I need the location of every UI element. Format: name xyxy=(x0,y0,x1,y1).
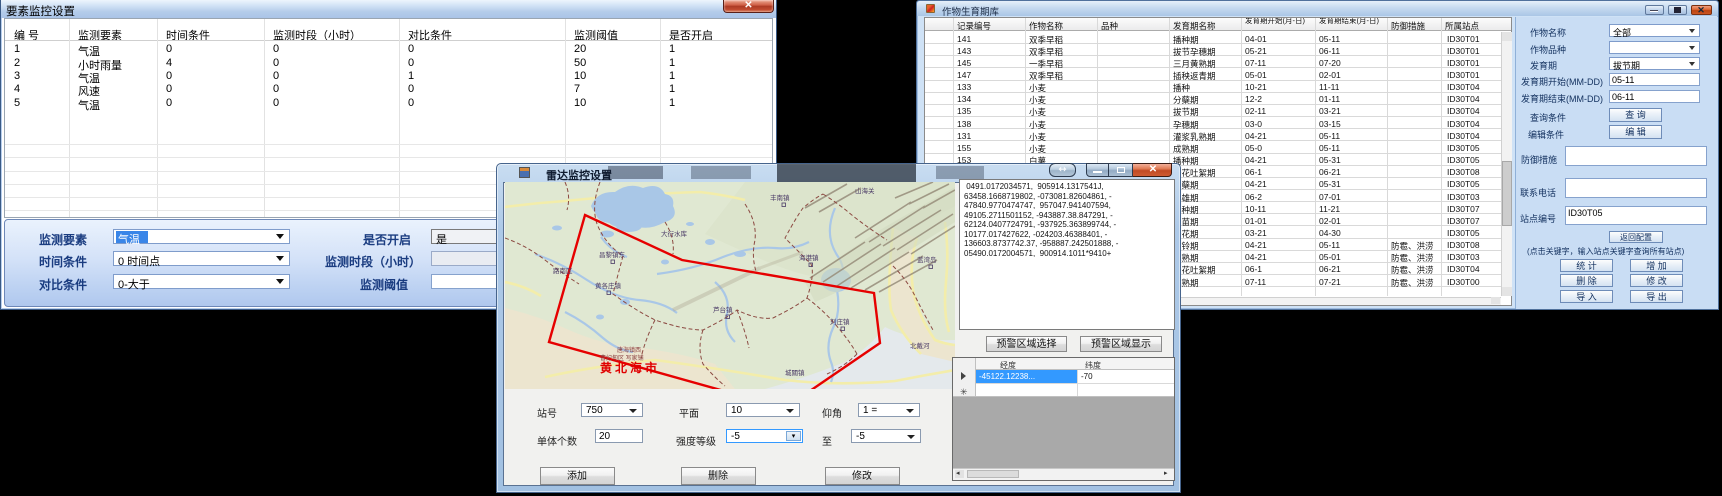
svg-text:黄各庄镇: 黄各庄镇 xyxy=(595,281,622,290)
svg-text:城關镇: 城關镇 xyxy=(785,368,805,377)
svg-text:路南区: 路南区 xyxy=(553,266,573,275)
svg-text:北戴河: 北戴河 xyxy=(910,341,930,350)
svg-text:丰南镇: 丰南镇 xyxy=(770,193,790,202)
svg-text:山海关: 山海关 xyxy=(855,186,875,195)
svg-text:黄北海市: 黄北海市 xyxy=(600,360,660,375)
svg-text:刘庄镇: 刘庄镇 xyxy=(830,317,850,326)
svg-text:海港镇: 海港镇 xyxy=(799,253,819,262)
svg-text:昌黎镇东: 昌黎镇东 xyxy=(599,250,626,259)
svg-text:唐海镇西: 唐海镇西 xyxy=(617,346,641,354)
svg-text:大衍水库: 大衍水库 xyxy=(661,229,688,238)
svg-text:蓝湾岛: 蓝湾岛 xyxy=(917,255,937,264)
svg-text:芦台镇: 芦台镇 xyxy=(713,305,733,314)
